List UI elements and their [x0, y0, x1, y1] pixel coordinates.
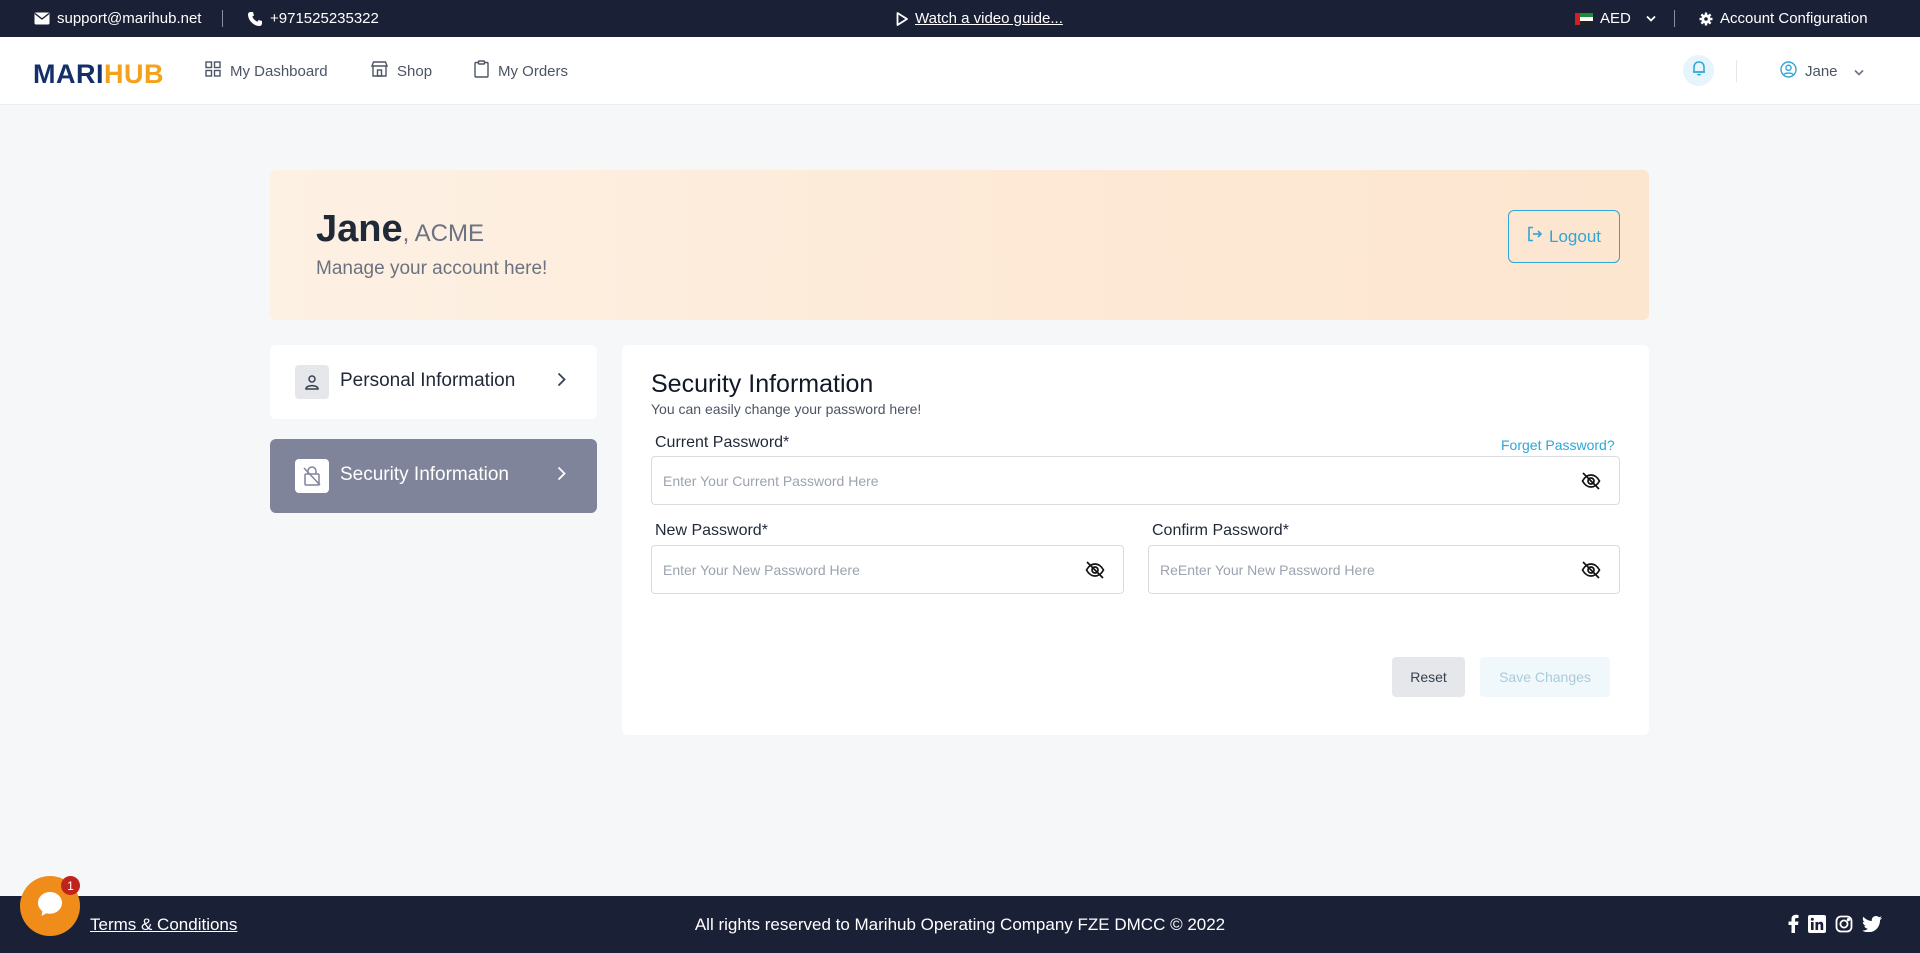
confirm-password-label: Confirm Password* — [1152, 522, 1289, 539]
currency-selector[interactable]: AED — [1575, 0, 1656, 37]
chat-bubble-icon — [35, 889, 65, 924]
divider — [1736, 60, 1737, 82]
support-phone-link[interactable]: +971525235322 — [247, 0, 379, 37]
logout-button[interactable]: Logout — [1508, 210, 1620, 263]
social-links — [1787, 914, 1882, 938]
current-password-input[interactable] — [652, 457, 1559, 504]
video-guide-link[interactable]: Watch a video guide... — [896, 0, 1063, 37]
support-email: support@marihub.net — [57, 10, 202, 27]
eye-off-icon[interactable] — [1581, 560, 1601, 585]
confirm-password-field — [1148, 545, 1620, 594]
nav-label: My Dashboard — [230, 62, 328, 80]
main-nav: MARIHUB My Dashboard Shop My Orders Jane — [0, 37, 1920, 105]
play-icon — [896, 11, 908, 26]
user-icon — [295, 365, 329, 399]
logout-icon — [1527, 226, 1543, 247]
linkedin-icon[interactable] — [1808, 914, 1826, 938]
sidebar-item-security-information[interactable]: Security Information — [270, 439, 597, 513]
logout-label: Logout — [1549, 226, 1601, 246]
current-password-label: Current Password* — [655, 434, 790, 451]
save-changes-button[interactable]: Save Changes — [1480, 657, 1610, 697]
chevron-down-icon — [1853, 63, 1864, 80]
dashboard-icon — [205, 61, 221, 81]
terms-conditions-link[interactable]: Terms & Conditions — [90, 915, 237, 935]
gear-icon — [1699, 12, 1713, 26]
twitter-icon[interactable] — [1862, 915, 1882, 937]
account-configuration-link[interactable]: Account Configuration — [1699, 0, 1868, 37]
nav-shop[interactable]: Shop — [370, 37, 433, 105]
footer: All rights reserved to Marihub Operating… — [0, 896, 1920, 953]
security-panel: Security Information You can easily chan… — [622, 345, 1649, 735]
user-name: Jane — [316, 208, 403, 250]
current-password-field — [651, 456, 1620, 505]
nav-my-orders[interactable]: My Orders — [474, 37, 568, 105]
clipboard-icon — [474, 60, 489, 82]
new-password-label: New Password* — [655, 522, 768, 539]
support-phone: +971525235322 — [270, 10, 379, 27]
marihub-logo[interactable]: MARIHUB — [33, 59, 164, 90]
sidebar-item-label: Security Information — [340, 464, 509, 485]
notifications-button[interactable] — [1683, 55, 1714, 86]
new-password-input[interactable] — [652, 546, 1063, 593]
nav-label: My Orders — [498, 62, 569, 80]
logo-text-mari: MARI — [33, 59, 104, 89]
forgot-password-link[interactable]: Forget Password? — [1501, 437, 1615, 453]
panel-subtitle: You can easily change your password here… — [651, 401, 922, 417]
phone-icon — [247, 11, 263, 27]
sidebar-item-personal-information[interactable]: Personal Information — [270, 345, 597, 419]
chevron-right-icon — [557, 372, 566, 392]
chat-notification-badge: 1 — [61, 876, 80, 895]
user-name: Jane — [1805, 62, 1838, 80]
chevron-right-icon — [557, 466, 566, 486]
panel-title: Security Information — [651, 370, 874, 398]
account-configuration-label: Account Configuration — [1720, 10, 1868, 27]
user-menu[interactable]: Jane — [1780, 37, 1864, 105]
uae-flag-icon — [1575, 12, 1593, 25]
lock-off-icon — [295, 459, 329, 493]
confirm-password-input[interactable] — [1149, 546, 1559, 593]
facebook-icon[interactable] — [1787, 914, 1799, 938]
banner-greeting: Jane, ACME — [316, 208, 484, 251]
new-password-field — [651, 545, 1124, 594]
reset-button[interactable]: Reset — [1392, 657, 1465, 697]
eye-off-icon[interactable] — [1581, 471, 1601, 496]
divider — [1674, 10, 1675, 27]
nav-my-dashboard[interactable]: My Dashboard — [205, 37, 328, 105]
bell-icon — [1692, 60, 1706, 81]
support-email-link[interactable]: support@marihub.net — [34, 0, 201, 37]
instagram-icon[interactable] — [1835, 915, 1853, 938]
company-name: , ACME — [402, 220, 484, 247]
currency-label: AED — [1600, 10, 1631, 27]
nav-label: Shop — [397, 62, 433, 80]
user-circle-icon — [1780, 60, 1797, 82]
top-bar: support@marihub.net +971525235322 Watch … — [0, 0, 1920, 37]
chevron-down-icon — [1646, 15, 1656, 22]
copyright-text: All rights reserved to Marihub Operating… — [694, 915, 1226, 934]
mail-icon — [34, 12, 50, 25]
video-guide-label: Watch a video guide... — [915, 10, 1063, 27]
account-banner: Jane, ACME Manage your account here! Log… — [270, 170, 1649, 320]
eye-off-icon[interactable] — [1085, 560, 1105, 585]
banner-subtitle: Manage your account here! — [316, 258, 548, 279]
divider — [222, 10, 223, 27]
store-icon — [370, 61, 389, 81]
logo-text-hub: HUB — [104, 59, 164, 89]
sidebar-item-label: Personal Information — [340, 370, 516, 391]
